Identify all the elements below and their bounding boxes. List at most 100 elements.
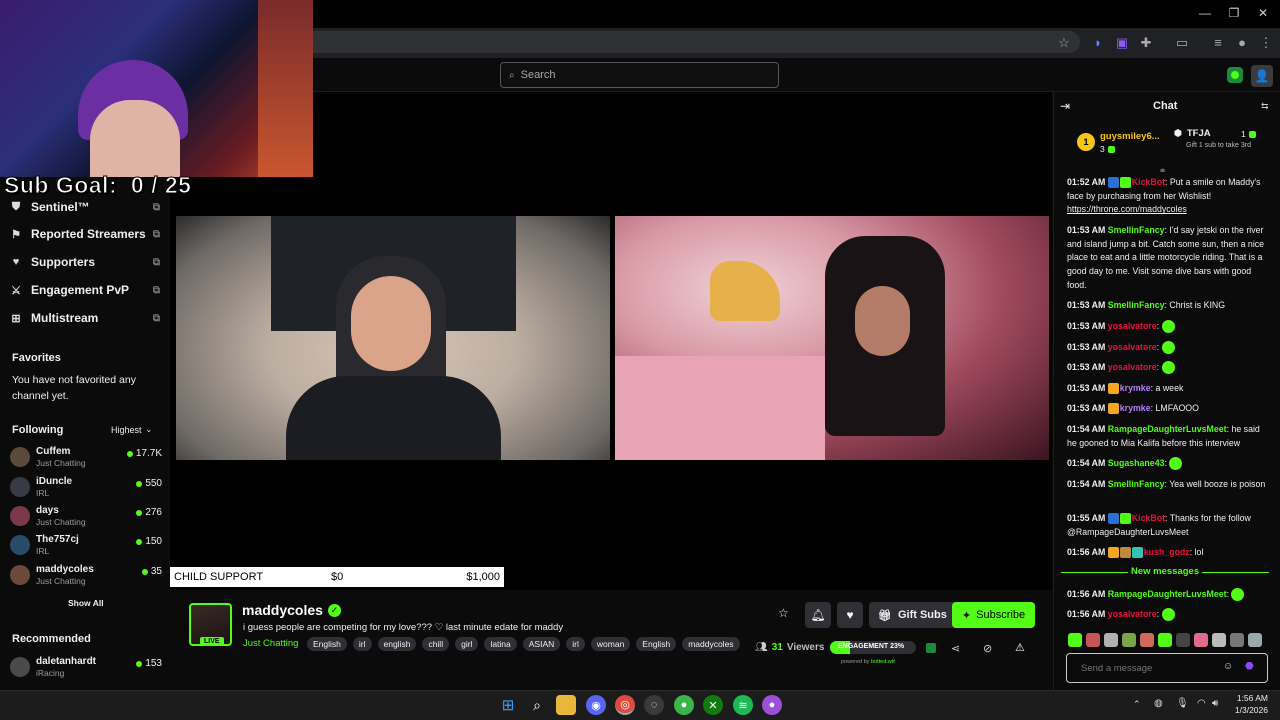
stream-tag[interactable]: irl <box>566 637 585 651</box>
chat-username[interactable]: kush_godz <box>1144 547 1190 557</box>
share-icon[interactable]: ⋖ <box>951 642 960 655</box>
following-channel[interactable]: days Just Chatting 276 <box>10 502 162 530</box>
sidebar-nav-item[interactable]: ⊞ Multistream ⧉ <box>0 305 170 331</box>
quick-emote-icon[interactable] <box>1086 633 1100 647</box>
following-channel[interactable]: iDuncle IRL 550 <box>10 473 162 501</box>
favorite-star-icon[interactable]: ☆ <box>778 606 789 620</box>
chat-input-box[interactable]: ☺ ⬣ <box>1066 653 1268 683</box>
chat-username[interactable]: RampageDaughterLuvsMeet <box>1108 424 1227 434</box>
quick-emote-icon[interactable] <box>1176 633 1190 647</box>
bookmark-star-icon[interactable]: ☆ <box>1056 35 1072 51</box>
collapse-chat-icon[interactable]: ⇥ <box>1060 99 1070 113</box>
stream-tag[interactable]: maddycoles <box>682 637 740 651</box>
top-gifter-name[interactable]: guysmiley6... <box>1100 131 1160 142</box>
maximize-icon[interactable]: ❐ <box>1227 6 1241 20</box>
stream-tag[interactable]: English <box>636 637 677 651</box>
stream-tag[interactable]: latina <box>484 637 517 651</box>
send-icon[interactable]: ⬣ <box>1245 661 1254 672</box>
report-warning-icon[interactable]: ⚠ <box>1015 641 1025 654</box>
quick-emote-icon[interactable] <box>1068 633 1082 647</box>
chat-username[interactable]: SmellinFancy <box>1108 225 1165 235</box>
chat-username[interactable]: yosalvatore <box>1108 342 1157 352</box>
search-input[interactable] <box>520 69 761 81</box>
external-link-icon[interactable]: ⧉ <box>153 229 160 240</box>
quick-emote-icon[interactable] <box>1104 633 1118 647</box>
menu-icon[interactable]: ⋮ <box>1258 35 1274 51</box>
following-channel[interactable]: The757cj IRL 150 <box>10 531 162 559</box>
following-channel[interactable]: Cuffem Just Chatting 17.7K <box>10 443 162 471</box>
spotify-icon[interactable]: ≋ <box>733 695 753 715</box>
clock-date[interactable]: 1/3/2026 <box>1228 705 1268 715</box>
sidebar-nav-item[interactable]: ♥ Supporters ⧉ <box>0 249 170 275</box>
external-link-icon[interactable]: ⧉ <box>153 285 160 296</box>
chat-username[interactable]: krymke <box>1120 383 1151 393</box>
chat-username[interactable]: yosalvatore <box>1108 362 1157 372</box>
sidebar-nav-item[interactable]: ⚑ Reported Streamers ⧉ <box>0 221 170 247</box>
kick-extension-icon[interactable] <box>1227 67 1243 83</box>
gift-subs-button[interactable]: 🎁︎ Gift Subs <box>869 602 956 628</box>
stream-category[interactable]: Just Chatting <box>243 638 298 649</box>
following-channel[interactable]: maddycoles Just Chatting 35 <box>10 561 162 589</box>
stream-tag[interactable]: English <box>307 637 347 651</box>
follow-button[interactable]: ♥ <box>837 602 863 628</box>
chat-username[interactable]: SmellinFancy <box>1108 479 1165 489</box>
chat-settings-icon[interactable]: ⇆ <box>1261 101 1269 112</box>
microphone-icon[interactable]: 🎙︎ <box>1176 698 1189 709</box>
address-bar[interactable] <box>300 31 1080 53</box>
stream-tag[interactable]: chill <box>422 637 450 651</box>
obs-icon[interactable]: ◌ <box>644 695 664 715</box>
taskbar-search-icon[interactable]: ⌕ <box>527 695 547 715</box>
external-link-icon[interactable]: ⧉ <box>153 313 160 324</box>
stream-tag[interactable]: girl <box>455 637 479 651</box>
media-icon[interactable]: ≡ <box>1210 35 1226 51</box>
close-icon[interactable]: ✕ <box>1256 6 1270 20</box>
user-avatar[interactable]: 👤 <box>1251 65 1273 87</box>
quick-emote-icon[interactable] <box>1158 633 1172 647</box>
tray-chevron-icon[interactable]: ⌃ <box>1133 699 1141 710</box>
quick-emote-icon[interactable] <box>1140 633 1154 647</box>
clock-time[interactable]: 1:56 AM <box>1234 693 1268 703</box>
stream-tag[interactable]: irl <box>352 637 372 651</box>
recommended-channel[interactable]: daletanhardt iRacing 153 <box>10 653 162 681</box>
external-link-icon[interactable]: ⧉ <box>153 202 160 213</box>
quick-emote-icon[interactable] <box>1230 633 1244 647</box>
chat-username[interactable]: yosalvatore <box>1108 321 1157 331</box>
chat-username[interactable]: RampageDaughterLuvsMeet <box>1108 589 1227 599</box>
tab-search-icon[interactable]: ▭ <box>1174 35 1190 51</box>
chat-username[interactable]: yosalvatore <box>1108 609 1157 619</box>
stream-tag[interactable]: english <box>377 637 417 651</box>
tray-app-icon[interactable]: ◍ <box>1154 698 1163 709</box>
external-link-icon[interactable]: ⧉ <box>153 257 160 268</box>
hide-icon[interactable]: ⊘ <box>983 642 992 655</box>
purple-app-icon[interactable]: ● <box>762 695 782 715</box>
second-gifter[interactable]: ⬢ TFJA <box>1174 128 1211 139</box>
show-all-link[interactable]: Show All <box>68 598 104 608</box>
stream-tag[interactable]: ASIAN <box>522 637 561 651</box>
pinned-collapse-icon[interactable]: ⩧ <box>1160 165 1165 176</box>
volume-icon[interactable]: 🔊︎ <box>1212 698 1218 709</box>
chat-username[interactable]: KickBot <box>1132 177 1165 187</box>
twitch-extension-icon[interactable]: ▣ <box>1114 35 1130 51</box>
search-box[interactable]: ⌕ <box>500 62 779 88</box>
profile-icon[interactable]: ● <box>1234 35 1250 51</box>
emoji-icon[interactable]: ☺ <box>1223 661 1233 672</box>
file-explorer-icon[interactable] <box>556 695 576 715</box>
quick-emote-icon[interactable] <box>1194 633 1208 647</box>
message-link[interactable]: https://throne.com/maddycoles <box>1067 204 1187 214</box>
discord-icon[interactable]: ◉ <box>586 695 606 715</box>
stream-tag[interactable]: woman <box>590 637 631 651</box>
quick-emote-icon[interactable] <box>1248 633 1262 647</box>
chat-username[interactable]: krymke <box>1120 403 1151 413</box>
chat-input[interactable] <box>1081 662 1221 674</box>
notifications-button[interactable]: 🔔︎ <box>805 602 831 628</box>
minimize-icon[interactable]: — <box>1198 6 1212 20</box>
wifi-icon[interactable]: ◠ <box>1197 698 1206 709</box>
app-green-icon[interactable]: ● <box>674 695 694 715</box>
windows-start-icon[interactable]: ⊞ <box>498 695 518 715</box>
chrome-icon[interactable]: ◎ <box>615 695 635 715</box>
sidebar-nav-item[interactable]: ⚔ Engagement PvP ⧉ <box>0 277 170 303</box>
chat-username[interactable]: KickBot <box>1132 513 1165 523</box>
sort-dropdown[interactable]: Highest ⌄ <box>111 425 152 435</box>
quick-emote-icon[interactable] <box>1212 633 1226 647</box>
streamer-name[interactable]: maddycoles <box>242 602 323 618</box>
